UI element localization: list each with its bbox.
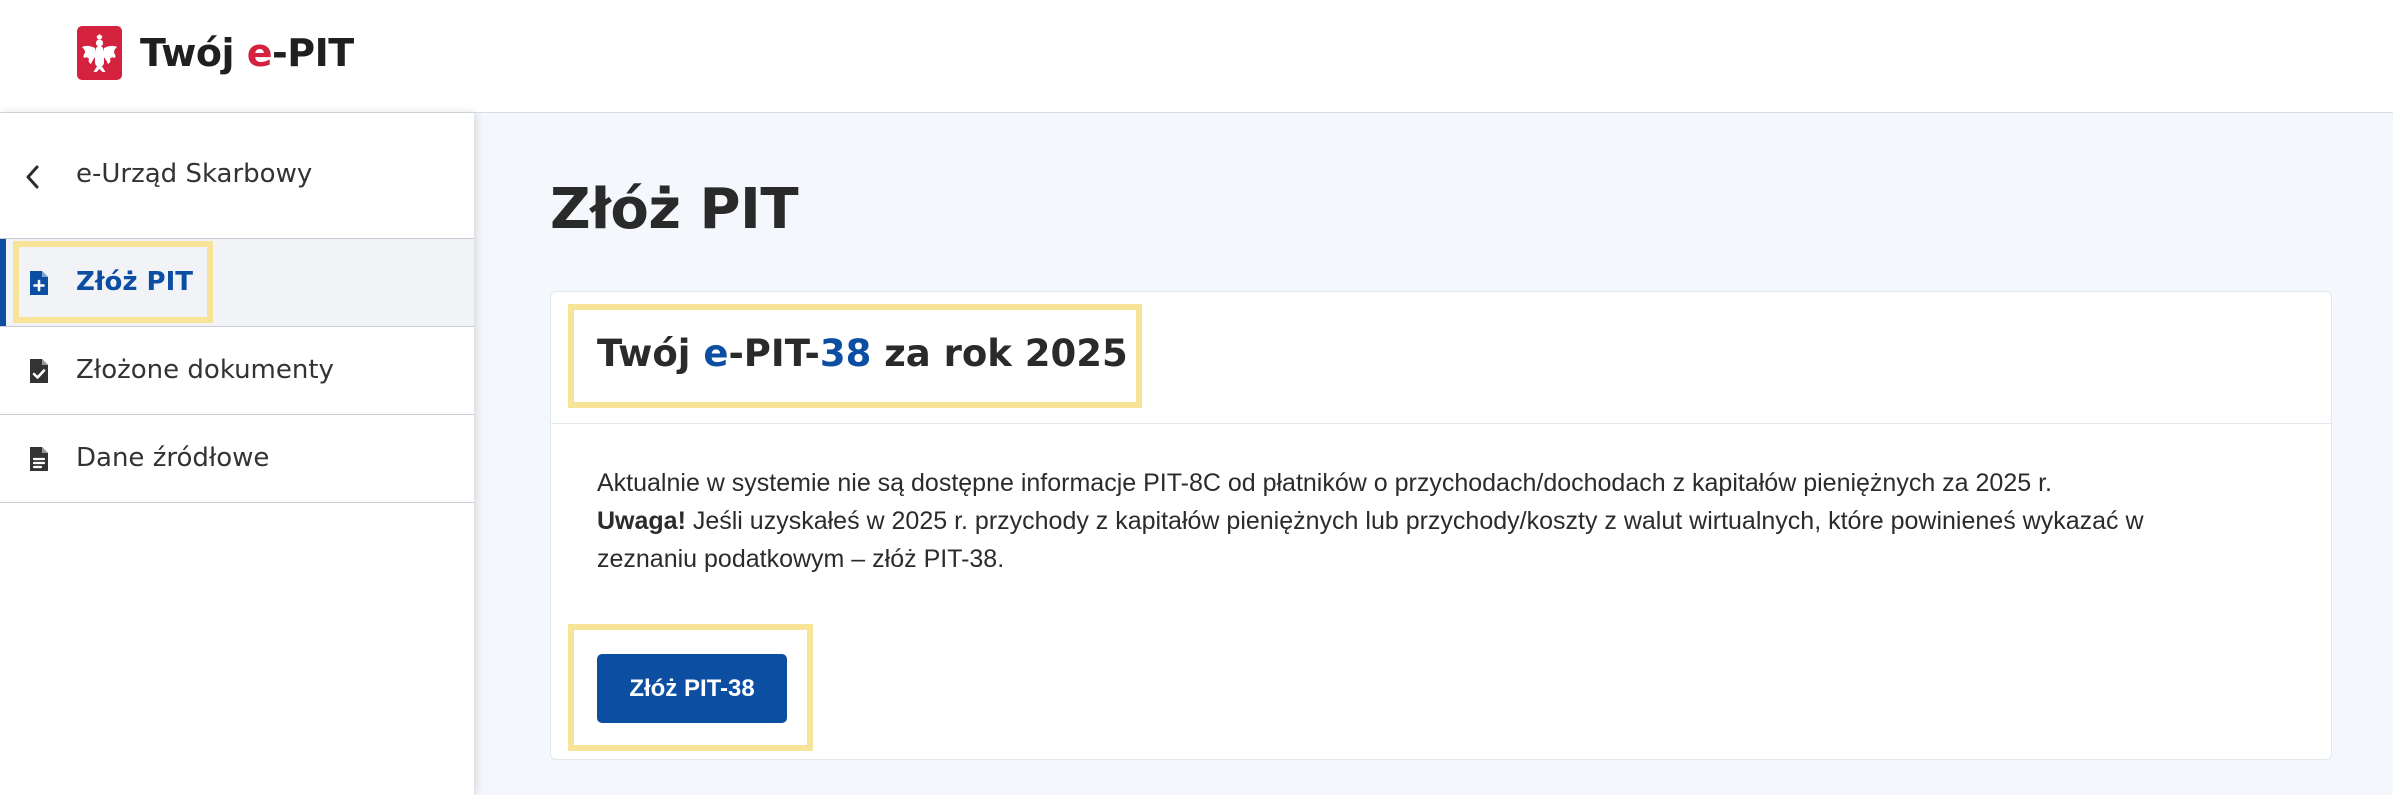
back-link-label: e-Urząd Skarbowy [76,159,313,189]
brand-accent: e [246,31,273,75]
page-title: Złóż PIT [550,177,799,242]
sidebar: e-Urząd Skarbowy Złóż PIT Złożone dokume… [0,113,474,795]
info-text: Aktualnie w systemie nie są dostępne inf… [597,469,2052,497]
sidebar-item-label: Dane źródłowe [76,443,270,473]
main-content: Złóż PIT Twój e-PIT-38 za rok 2025 Aktua… [474,113,2393,795]
sidebar-item-label: Złóż PIT [76,267,194,297]
sidebar-item-dane-zrodlowe[interactable]: Dane źródłowe [0,415,474,503]
pit-38-card: Twój e-PIT-38 za rok 2025 Aktualnie w sy… [550,291,2332,760]
brand-name: Twój e-PIT [140,31,354,75]
card-body: Aktualnie w systemie nie są dostępne inf… [597,464,2237,578]
warning-text: Uwaga! Jeśli uzyskałeś w 2025 r. przycho… [597,507,2144,573]
file-text-icon [30,447,48,471]
warning-label: Uwaga! [597,507,686,535]
file-check-icon [30,359,48,383]
top-bar: Twój e-PIT [0,0,2393,113]
sidebar-item-label: Złożone dokumenty [76,355,334,385]
site-logo[interactable]: Twój e-PIT [77,26,354,80]
back-to-e-urzad-link[interactable]: e-Urząd Skarbowy [0,113,474,239]
sidebar-item-zloz-pit[interactable]: Złóż PIT [0,239,474,327]
file-plus-icon [30,271,48,295]
card-header: Twój e-PIT-38 za rok 2025 [551,292,2331,424]
polish-eagle-emblem-icon [77,26,122,80]
chevron-left-icon [26,165,39,189]
card-title: Twój e-PIT-38 za rok 2025 [597,332,1128,375]
zloz-pit-38-button[interactable]: Złóż PIT-38 [597,654,787,723]
sidebar-item-zlozone-dokumenty[interactable]: Złożone dokumenty [0,327,474,415]
